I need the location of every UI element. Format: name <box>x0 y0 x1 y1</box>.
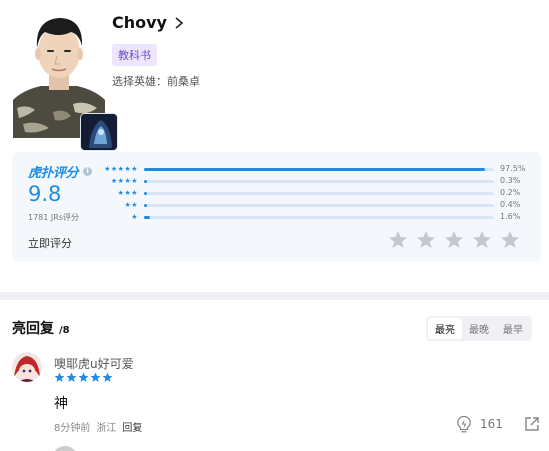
rating-bar-stars: ★ <box>131 213 138 221</box>
reply-button[interactable]: 回复 <box>122 419 142 434</box>
rating-bar-stars: ★★★ <box>117 189 138 197</box>
star-input-2-icon[interactable] <box>416 230 436 250</box>
rating-bar-percent: 97.5% <box>500 164 526 173</box>
rating-bar-stars: ★★★★★ <box>104 165 138 173</box>
star-icon <box>66 372 77 382</box>
comments-header: 亮回复 /8 <box>12 318 70 338</box>
like-button[interactable]: 161 <box>456 415 503 433</box>
rating-bar-track <box>144 216 494 219</box>
star-input-1-icon[interactable] <box>388 230 408 250</box>
section-divider <box>0 292 549 300</box>
comments-title: 亮回复 <box>12 321 54 337</box>
rating-bar-track <box>144 204 494 207</box>
rating-bar-percent: 0.2% <box>500 188 521 197</box>
comment-text: 神 <box>54 396 68 412</box>
rating-bar-row: ★ 1.6% <box>100 212 530 222</box>
lightbulb-icon <box>457 415 471 433</box>
hero-selection: 选择英雄：前桑卓 <box>112 75 200 88</box>
rating-bar-track <box>144 168 494 171</box>
rating-logo: 虎扑评分 i <box>28 162 93 181</box>
comment-item: 噢耶虎u好可爱 神 8分钟前 浙江 回复 161 <box>12 352 542 451</box>
rate-stars-input[interactable] <box>388 230 528 250</box>
rating-bar-fill <box>144 192 148 195</box>
like-count: 161 <box>480 417 503 431</box>
star-input-4-icon[interactable] <box>472 230 492 250</box>
share-icon[interactable] <box>524 416 540 432</box>
rating-score: 9.8 <box>28 182 62 206</box>
rating-bar-stars: ★★★★ <box>110 177 138 185</box>
rating-bar-percent: 0.3% <box>500 176 521 185</box>
rating-bar-row: ★★★★★ 97.5% <box>100 164 530 174</box>
rating-bar-row: ★★★★ 0.3% <box>100 176 530 186</box>
star-icon <box>102 372 113 382</box>
rating-card: 虎扑评分 i 9.8 1781 JRs评分 立即评分 ★★★★★ 97.5% ★★★… <box>12 152 541 262</box>
sort-switch: 最亮 最晚 最早 <box>426 316 532 341</box>
star-icon <box>78 372 89 382</box>
player-name-link[interactable]: Chovy <box>112 13 185 32</box>
hero-icon <box>80 113 118 151</box>
star-input-5-icon[interactable] <box>500 230 520 250</box>
star-icon <box>54 372 65 382</box>
rating-bar-percent: 1.6% <box>500 212 521 221</box>
comments-count: /8 <box>59 325 70 336</box>
comment-username[interactable]: 噢耶虎u好可爱 <box>54 355 134 372</box>
rating-count: 1781 JRs评分 <box>28 213 79 222</box>
rating-bar-row: ★★ 0.4% <box>100 200 530 210</box>
rating-bar-fill <box>144 180 148 183</box>
player-tag: 教科书 <box>112 44 157 66</box>
rating-bar-fill <box>144 204 148 207</box>
info-icon[interactable]: i <box>83 167 93 176</box>
star-input-3-icon[interactable] <box>444 230 464 250</box>
player-photo[interactable] <box>13 12 118 151</box>
rating-bar-fill <box>144 216 150 219</box>
chevron-right-icon <box>175 16 184 29</box>
star-icon <box>90 372 101 382</box>
player-header: Chovy 教科书 选择英雄：前桑卓 <box>0 0 549 151</box>
sort-option-earliest[interactable]: 最早 <box>496 318 530 339</box>
rating-bar-track <box>144 192 494 195</box>
rating-bar-row: ★★★ 0.2% <box>100 188 530 198</box>
rate-now-label: 立即评分 <box>28 237 72 250</box>
rating-logo-text: 虎扑评分 <box>28 166 79 181</box>
rating-bar-track <box>144 180 494 183</box>
rating-bar-percent: 0.4% <box>500 200 521 209</box>
rating-bar-stars: ★★ <box>124 201 138 209</box>
comment-location: 浙江 <box>96 423 117 434</box>
player-name: Chovy <box>112 13 167 32</box>
sort-option-brightest[interactable]: 最亮 <box>428 318 462 339</box>
sort-option-latest[interactable]: 最晚 <box>462 318 496 339</box>
comment-meta: 8分钟前 浙江 回复 <box>54 419 148 434</box>
comment-time: 8分钟前 <box>54 423 91 434</box>
comment-user-rating <box>54 372 114 383</box>
rating-bar-fill <box>144 168 486 171</box>
avatar[interactable] <box>12 352 42 382</box>
